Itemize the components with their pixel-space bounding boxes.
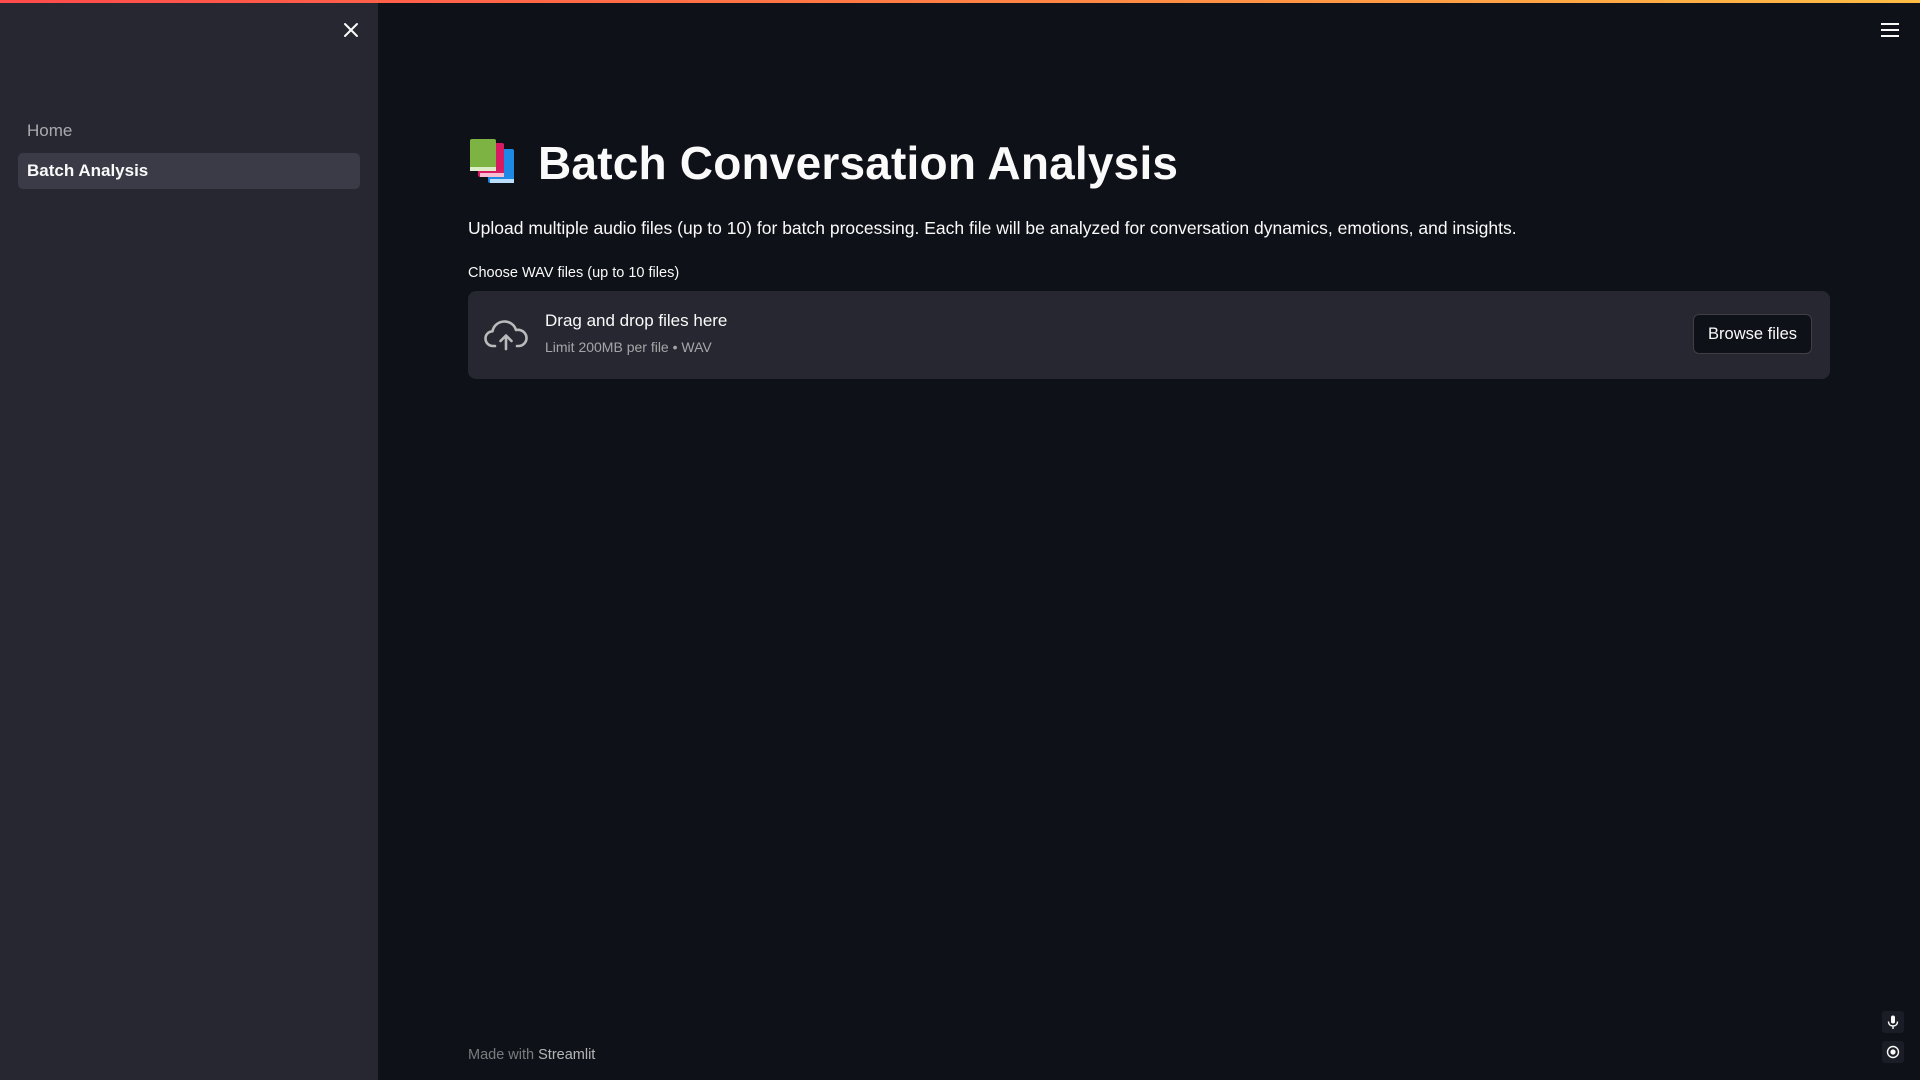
main-content: Batch Conversation Analysis Upload multi… xyxy=(378,0,1920,1080)
browse-files-button[interactable]: Browse files xyxy=(1693,314,1812,354)
cloud-upload-icon xyxy=(484,320,528,351)
sidebar-item-home[interactable]: Home xyxy=(18,113,360,149)
file-dropzone[interactable]: Drag and drop files here Limit 200MB per… xyxy=(468,291,1830,379)
footer-prefix: Made with xyxy=(468,1047,535,1063)
microphone-icon xyxy=(1887,1015,1899,1029)
sidebar-item-label: Batch Analysis xyxy=(27,161,149,180)
footer: Made with Streamlit xyxy=(468,1047,595,1063)
close-icon xyxy=(344,23,358,37)
sidebar-item-label: Home xyxy=(27,121,73,140)
sidebar-nav: Home Batch Analysis xyxy=(18,113,360,193)
main-menu-button[interactable] xyxy=(1878,18,1902,42)
page-title: Batch Conversation Analysis xyxy=(468,128,1830,198)
page-title-text: Batch Conversation Analysis xyxy=(538,137,1179,189)
dropzone-limit-text: Limit 200MB per file • WAV xyxy=(545,339,712,355)
record-button[interactable] xyxy=(1882,1041,1904,1063)
microphone-button[interactable] xyxy=(1882,1011,1904,1033)
top-decoration-bar xyxy=(0,0,1920,3)
file-uploader-label: Choose WAV files (up to 10 files) xyxy=(468,265,680,281)
page-description: Upload multiple audio files (up to 10) f… xyxy=(468,218,1517,238)
dropzone-instructions: Drag and drop files here Limit 200MB per… xyxy=(545,311,727,355)
close-sidebar-button[interactable] xyxy=(337,16,365,44)
record-icon xyxy=(1886,1045,1900,1059)
books-emoji-icon xyxy=(470,139,514,183)
page-content: Batch Conversation Analysis Upload multi… xyxy=(468,128,1830,379)
hamburger-menu-icon xyxy=(1881,23,1899,37)
sidebar: Home Batch Analysis xyxy=(0,0,378,1080)
dropzone-title: Drag and drop files here xyxy=(545,311,728,330)
footer-brand-link[interactable]: Streamlit xyxy=(538,1047,595,1063)
sidebar-item-batch-analysis[interactable]: Batch Analysis xyxy=(18,153,360,189)
